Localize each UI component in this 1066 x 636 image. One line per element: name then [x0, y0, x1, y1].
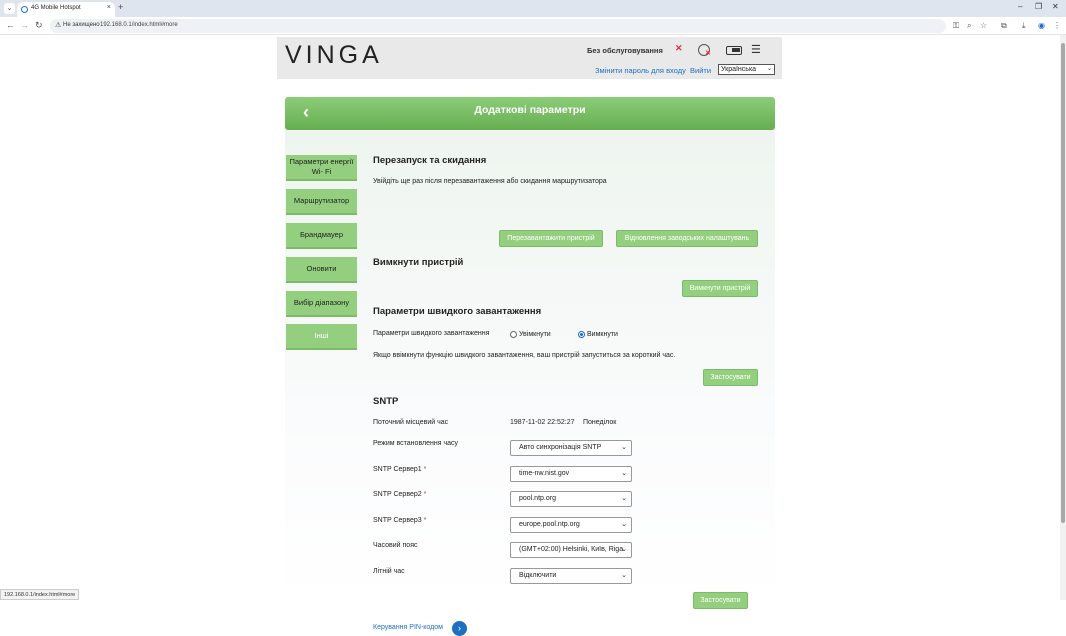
fastboot-on-label[interactable]: Увімкнути	[519, 331, 551, 338]
router-header: VINGA Без обслуговування ✕ ✕ ☰ Змінити п…	[277, 37, 782, 79]
chevron-down-icon: ⌄	[621, 444, 627, 451]
required-mark: *	[423, 466, 427, 473]
restore-button[interactable]: ❐	[1035, 2, 1042, 11]
time-mode-label: Режим встановлення часу	[373, 440, 458, 447]
time-mode-select[interactable]: Авто синхронізація SNTP ⌄	[510, 440, 632, 456]
sidebar-item-router[interactable]: Маршрутизатор	[286, 189, 357, 215]
poweroff-button[interactable]: Вимкнути пристрій	[682, 280, 758, 297]
timezone-value: (GMT+02:00) Helsinki, Київ, Riga	[519, 546, 624, 553]
tab-search-button[interactable]: ⌄	[4, 3, 15, 14]
url-text[interactable]: 192.168.0.1/index.html#more	[100, 22, 178, 28]
sidebar-item-other[interactable]: Інші	[286, 324, 357, 350]
forward-arrow-icon[interactable]: →	[20, 20, 29, 30]
warning-icon: ⚠	[55, 22, 62, 29]
network-status: Без обслуговування	[587, 46, 663, 55]
sntp-server2-value: pool.ntp.org	[519, 495, 556, 502]
logout-link[interactable]: Вийти	[690, 66, 711, 75]
language-value: Українська	[721, 66, 757, 73]
language-select[interactable]: Українська ⌄	[718, 64, 775, 75]
battery-icon	[726, 46, 742, 55]
page: VINGA Без обслуговування ✕ ✕ ☰ Змінити п…	[0, 35, 1060, 636]
dst-label: Літній час	[373, 568, 405, 575]
local-day-value: Понеділок	[583, 419, 617, 426]
chevron-down-icon: ⌄	[621, 546, 627, 553]
reboot-button[interactable]: Перезавантажити пристрій	[499, 230, 603, 247]
chevron-down-icon: ⌄	[766, 66, 772, 72]
local-time-label: Поточний місцевий час	[373, 419, 449, 426]
fastboot-note: Якщо ввімкнути функцію швидкого завантаж…	[373, 352, 676, 359]
chevron-right-icon[interactable]: ›	[452, 621, 467, 636]
key-icon[interactable]: ⚿	[953, 21, 959, 31]
sntp-server1-value: time-nw.nist.gov	[519, 470, 570, 477]
no-signal-icon: ✕	[675, 43, 683, 53]
sntp-server3-label: SNTP Сервер3 *	[373, 517, 427, 524]
time-mode-value: Авто синхронізація SNTP	[519, 444, 602, 451]
close-window-button[interactable]: ✕	[1052, 2, 1059, 11]
timezone-select[interactable]: (GMT+02:00) Helsinki, Київ, Riga ⌄	[510, 542, 632, 558]
reboot-description: Увійдіть ще раз після перезавантаження а…	[373, 178, 607, 185]
change-password-link[interactable]: Змінити пароль для входу	[595, 66, 686, 75]
page-title: Додаткові параметри	[474, 104, 586, 116]
scrollbar-thumb[interactable]	[1061, 43, 1065, 523]
extensions-icon[interactable]: ⧉	[1001, 21, 1007, 31]
vinga-logo: VINGA	[285, 41, 383, 69]
sntp-server3-value: europe.pool.ntp.org	[519, 521, 580, 528]
fastboot-off-radio[interactable]	[578, 331, 585, 338]
back-arrow-icon[interactable]: ←	[6, 20, 15, 30]
browser-tab-bar: ⌄ 4G Mobile Hotspot × + – ❐ ✕	[0, 0, 1066, 17]
profile-avatar-icon[interactable]: ◉	[1038, 21, 1045, 30]
chevron-down-icon: ⌄	[621, 572, 627, 579]
sntp-server1-select[interactable]: time-nw.nist.gov ⌄	[510, 466, 632, 482]
required-mark: *	[423, 491, 427, 498]
tab-title: 4G Mobile Hotspot	[31, 5, 81, 11]
factory-reset-button[interactable]: Відновлення заводських налаштувань	[616, 230, 758, 247]
downloads-icon[interactable]: ⤓	[1022, 21, 1026, 31]
fastboot-section-title: Параметри швидкого завантаження	[373, 306, 542, 317]
sntp-apply-button[interactable]: Застосувати	[693, 592, 748, 609]
fastboot-off-label[interactable]: Вимкнути	[587, 331, 618, 338]
chevron-down-icon: ⌄	[621, 521, 627, 528]
settings-panel: Параметри енергії Wi- Fi Маршрутизатор Б…	[285, 130, 775, 636]
minimize-button[interactable]: –	[1018, 2, 1022, 11]
favicon-icon	[21, 6, 28, 13]
required-mark: *	[423, 517, 427, 524]
sntp-server2-label: SNTP Сервер2 *	[373, 491, 427, 498]
sidebar-item-firewall[interactable]: Брандмауер	[286, 223, 357, 249]
chevron-down-icon: ⌄	[621, 470, 627, 477]
dst-select[interactable]: Відключити ⌄	[510, 568, 632, 584]
fastboot-apply-button[interactable]: Застосувати	[703, 369, 758, 386]
bookmark-star-icon[interactable]: ☆	[980, 21, 987, 30]
pin-management-link[interactable]: Керування PIN-кодом	[373, 624, 443, 631]
reload-icon[interactable]: ↻	[35, 20, 43, 31]
no-internet-icon: ✕	[705, 50, 711, 57]
reboot-section-title: Перезапуск та скидання	[373, 155, 487, 166]
sidebar-item-wifi-power[interactable]: Параметри енергії Wi- Fi	[286, 155, 357, 181]
wifi-icon: ☰	[751, 44, 761, 56]
browser-tab[interactable]: 4G Mobile Hotspot ×	[17, 2, 115, 17]
sntp-server1-label: SNTP Сервер1 *	[373, 466, 427, 473]
sidebar-item-update[interactable]: Оновити	[286, 257, 357, 283]
tab-close-icon[interactable]: ×	[107, 4, 111, 11]
sntp-section-title: SNTP	[373, 396, 399, 407]
dst-value: Відключити	[519, 572, 557, 579]
security-warning[interactable]: Не захищено	[63, 22, 100, 28]
poweroff-section-title: Вимкнути пристрій	[373, 257, 464, 268]
timezone-label: Часовий пояс	[373, 542, 418, 549]
page-scrollbar[interactable]	[1060, 35, 1066, 600]
address-bar: ← → ↻ ⚠ Не захищено 192.168.0.1/index.ht…	[0, 17, 1066, 35]
local-time-value: 1987-11-02 22:52:27	[510, 419, 575, 426]
url-field[interactable]: ⚠ Не захищено 192.168.0.1/index.html#mor…	[50, 19, 946, 33]
link-status-bar: 192.168.0.1/index.html#more	[0, 589, 80, 600]
browser-menu-icon[interactable]: ⋮	[1053, 21, 1061, 30]
new-tab-button[interactable]: +	[118, 2, 123, 12]
zoom-icon[interactable]: ⌕	[967, 21, 971, 31]
chevron-down-icon: ⌄	[621, 495, 627, 502]
fastboot-label: Параметри швидкого завантаження	[373, 330, 490, 337]
sntp-server3-select[interactable]: europe.pool.ntp.org ⌄	[510, 517, 632, 533]
page-banner: ‹ Додаткові параметри	[285, 97, 775, 130]
sidebar-item-band-selection[interactable]: Вибір діапазону	[286, 291, 357, 317]
fastboot-on-radio[interactable]	[510, 331, 517, 338]
sntp-server2-select[interactable]: pool.ntp.org ⌄	[510, 491, 632, 507]
